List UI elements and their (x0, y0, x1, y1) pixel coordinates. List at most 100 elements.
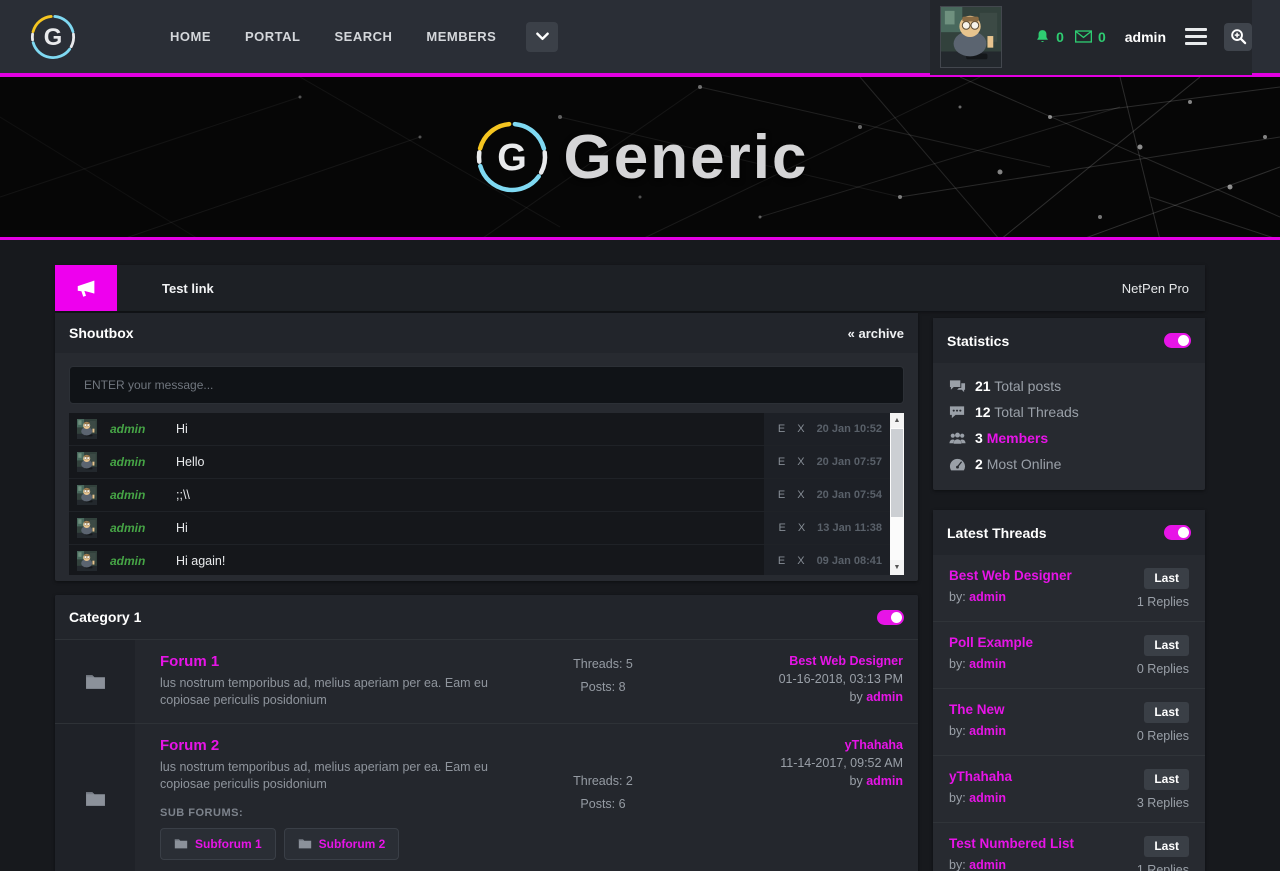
username-link[interactable]: admin (1125, 29, 1166, 45)
latest-threads-collapse-toggle[interactable] (1164, 525, 1191, 540)
thread-author-link[interactable]: admin (969, 724, 1006, 738)
right-sidebar: Statistics 21 Total posts 12 Total Threa… (933, 318, 1205, 871)
shout-timestamp: 20 Jan 07:54 (817, 489, 882, 501)
shout-edit-button[interactable]: E (778, 456, 785, 468)
thread-title-link[interactable]: Test Numbered List (949, 836, 1074, 851)
shoutbox-body: admin Hi E X 20 Jan 10:52 admin Hello (55, 353, 918, 581)
megaphone-icon (75, 277, 97, 299)
thread-author-link[interactable]: admin (969, 590, 1006, 604)
navbar-user-area: 0 0 admin (930, 0, 1252, 75)
stat-value: 21 (975, 378, 991, 394)
messages-indicator[interactable]: 0 (1075, 29, 1106, 45)
forum-name-link[interactable]: Forum 1 (160, 653, 508, 670)
announcement-link[interactable]: Test link (162, 281, 214, 296)
last-post-button[interactable]: Last (1144, 568, 1189, 589)
last-post-button[interactable]: Last (1144, 635, 1189, 656)
scrollbar-thumb[interactable] (891, 429, 903, 517)
user-avatar[interactable] (940, 6, 1002, 68)
menu-dropdown-button[interactable] (526, 22, 558, 52)
scrollbar-down-arrow[interactable]: ▼ (890, 560, 904, 575)
theme-name-label: NetPen Pro (1122, 281, 1189, 296)
shout-edit-button[interactable]: E (778, 489, 785, 501)
stat-value: 12 (975, 404, 991, 420)
subforum-buttons: Subforum 1 Subforum 2 (160, 828, 508, 860)
forum-name-link[interactable]: Forum 2 (160, 737, 508, 754)
shoutbox-message-input[interactable] (69, 366, 904, 404)
latest-threads-title: Latest Threads (947, 525, 1047, 541)
shout-delete-button[interactable]: X (797, 423, 804, 435)
shout-edit-button[interactable]: E (778, 522, 785, 534)
last-post-button[interactable]: Last (1144, 836, 1189, 857)
subforum-2-button[interactable]: Subforum 2 (284, 828, 400, 860)
shout-avatar[interactable] (77, 551, 97, 571)
g-circle-logo-icon (472, 117, 552, 197)
stat-label: Total Threads (994, 404, 1079, 420)
statistics-collapse-toggle[interactable] (1164, 333, 1191, 348)
lastpost-thread-link[interactable]: yThahaha (688, 738, 903, 752)
main-menu: HOME PORTAL SEARCH MEMBERS (170, 29, 496, 44)
last-post-button[interactable]: Last (1144, 702, 1189, 723)
shout-avatar[interactable] (77, 452, 97, 472)
shout-username[interactable]: admin (110, 455, 162, 469)
thread-title-link[interactable]: The New (949, 702, 1006, 717)
site-logo-icon[interactable] (28, 12, 78, 62)
shout-username[interactable]: admin (110, 488, 162, 502)
shout-delete-button[interactable]: X (797, 489, 804, 501)
header-banner: Generic (0, 77, 1280, 240)
lastpost-user-link[interactable]: admin (866, 690, 903, 704)
shout-delete-button[interactable]: X (797, 456, 804, 468)
thread-author-link[interactable]: admin (969, 657, 1006, 671)
shout-meta: E X 13 Jan 11:38 (764, 512, 904, 544)
shout-timestamp: 09 Jan 08:41 (817, 555, 882, 567)
announcement-icon-box[interactable] (55, 265, 117, 311)
shout-delete-button[interactable]: X (798, 522, 805, 534)
navbar-search-button[interactable] (1224, 23, 1252, 51)
shoutbox-scrollbar[interactable]: ▲ ▼ (890, 413, 904, 575)
members-link[interactable]: Members (987, 430, 1048, 446)
shout-timestamp: 13 Jan 11:38 (817, 522, 882, 534)
menu-item-home[interactable]: HOME (170, 29, 211, 44)
lastpost-thread-link[interactable]: Best Web Designer (688, 654, 903, 668)
shout-message: Hello (176, 455, 205, 469)
lastpost-user-link[interactable]: admin (866, 774, 903, 788)
stat-most-online: 2 Most Online (949, 451, 1189, 477)
shoutbox-archive-link[interactable]: « archive (848, 326, 904, 341)
forum-status-column (55, 724, 135, 871)
shout-edit-button[interactable]: E (778, 423, 785, 435)
shoutbox-title: Shoutbox (69, 325, 134, 341)
forum-threads-count: Threads: 2 (573, 774, 633, 788)
shout-username[interactable]: admin (110, 521, 162, 535)
thread-by-label: by: (949, 590, 966, 604)
latest-thread-item: Poll Example by: admin Last 0 Replies (933, 622, 1205, 689)
shoutbox-message-list: admin Hi E X 20 Jan 10:52 admin Hello (69, 413, 904, 575)
shout-username[interactable]: admin (110, 554, 162, 568)
page-container: Test link NetPen Pro Shoutbox « archive … (55, 265, 1205, 871)
thread-author-link[interactable]: admin (969, 791, 1006, 805)
main-column: Shoutbox « archive admin Hi E X (55, 313, 918, 871)
menu-item-search[interactable]: SEARCH (334, 29, 392, 44)
menu-item-members[interactable]: MEMBERS (426, 29, 496, 44)
stat-total-posts: 21 Total posts (949, 373, 1189, 399)
menu-item-portal[interactable]: PORTAL (245, 29, 300, 44)
hamburger-icon[interactable] (1185, 28, 1207, 45)
shoutbox-panel: Shoutbox « archive admin Hi E X (55, 313, 918, 581)
shout-row: admin Hi again! E X 09 Jan 08:41 (69, 545, 904, 575)
shout-avatar[interactable] (77, 485, 97, 505)
thread-title-link[interactable]: yThahaha (949, 769, 1012, 784)
scrollbar-up-arrow[interactable]: ▲ (890, 413, 904, 428)
shout-username[interactable]: admin (110, 422, 162, 436)
shout-delete-button[interactable]: X (797, 555, 804, 567)
thread-title-link[interactable]: Best Web Designer (949, 568, 1072, 583)
category-collapse-toggle[interactable] (877, 610, 904, 625)
last-post-button[interactable]: Last (1144, 769, 1189, 790)
shout-avatar[interactable] (77, 419, 97, 439)
forum-status-column (55, 640, 135, 723)
thread-author-link[interactable]: admin (969, 858, 1006, 871)
folder-icon (174, 838, 188, 849)
shout-edit-button[interactable]: E (778, 555, 785, 567)
thread-title-link[interactable]: Poll Example (949, 635, 1033, 650)
subforum-1-button[interactable]: Subforum 1 (160, 828, 276, 860)
site-banner-logo[interactable]: Generic (0, 77, 1280, 237)
shout-avatar[interactable] (77, 518, 97, 538)
alerts-indicator[interactable]: 0 (1035, 29, 1064, 45)
